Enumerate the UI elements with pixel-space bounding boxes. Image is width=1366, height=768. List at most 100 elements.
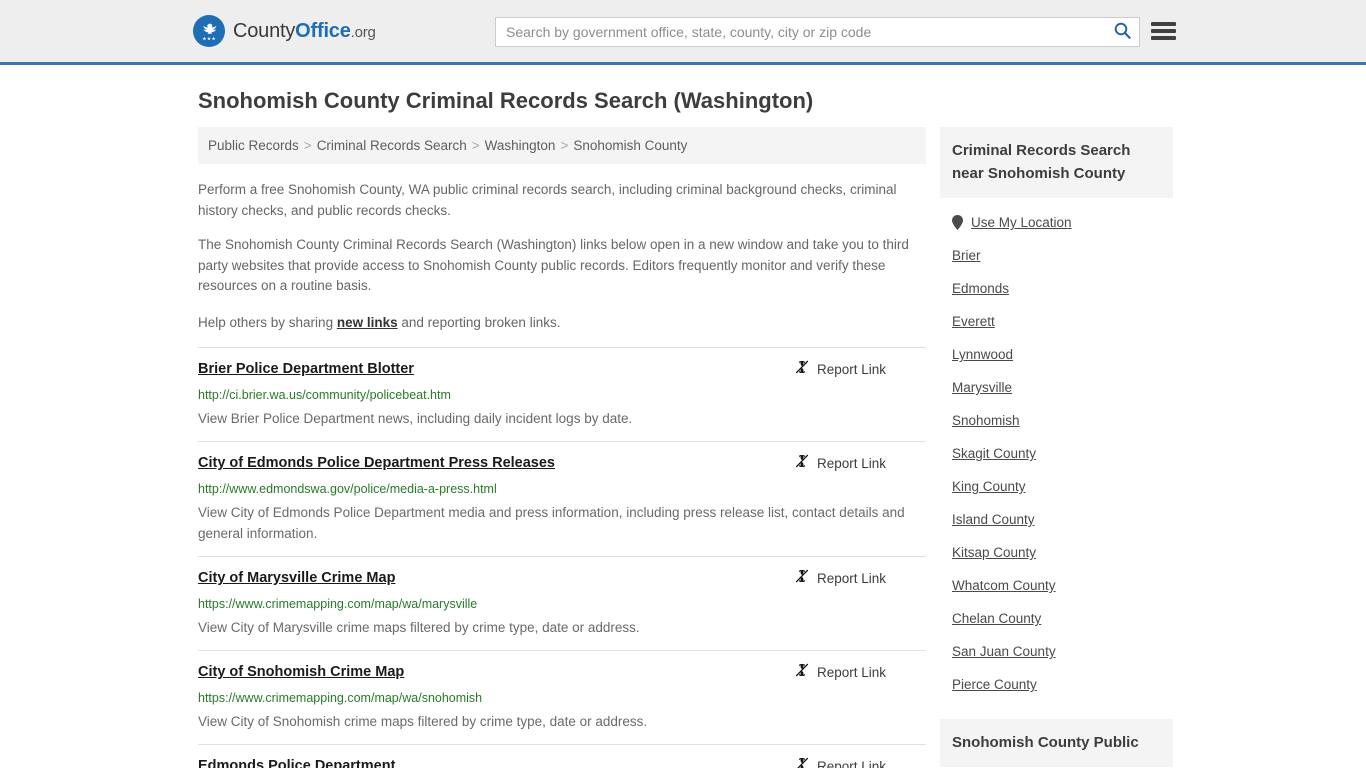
intro-p3-before: Help others by sharing: [198, 314, 337, 330]
breadcrumb-separator: >: [303, 138, 312, 153]
sidebar-link-label[interactable]: Skagit County: [952, 446, 1036, 461]
sidebar-link-label[interactable]: Everett: [952, 314, 995, 329]
search-input[interactable]: [496, 18, 1105, 46]
report-link-button[interactable]: Report Link: [794, 359, 886, 380]
result-item: City of Edmonds Police Department Press …: [198, 441, 926, 556]
sidebar-link-label[interactable]: San Juan County: [952, 644, 1056, 659]
result-url[interactable]: http://www.edmondswa.gov/police/media-a-…: [198, 481, 926, 497]
intro-paragraph-3: Help others by sharing new links and rep…: [198, 313, 926, 334]
sidebar-link-label[interactable]: Brier: [952, 248, 981, 263]
sidebar-item-island-county[interactable]: Island County: [952, 503, 1173, 536]
result-description: View Brier Police Department news, inclu…: [198, 411, 633, 426]
sidebar-item-lynnwood[interactable]: Lynnwood: [952, 338, 1173, 371]
report-link-button[interactable]: Report Link: [794, 756, 886, 768]
sidebar-item-kitsap-county[interactable]: Kitsap County: [952, 536, 1173, 569]
unlink-icon: [794, 568, 810, 589]
sidebar-item-edmonds[interactable]: Edmonds: [952, 272, 1173, 305]
hamburger-bar: [1151, 22, 1176, 26]
result-description: View City of Marysville crime maps filte…: [198, 620, 640, 635]
search-button[interactable]: [1105, 18, 1139, 46]
result-title-link[interactable]: City of Edmonds Police Department Press …: [198, 454, 555, 472]
sidebar-link-label[interactable]: Whatcom County: [952, 578, 1056, 593]
brand-wordmark: CountyOffice.org: [233, 20, 376, 43]
sidebar-link-label[interactable]: Marysville: [952, 380, 1012, 395]
sidebar-link-label[interactable]: Pierce County: [952, 677, 1037, 692]
sidebar-item-everett[interactable]: Everett: [952, 305, 1173, 338]
sidebar-item-marysville[interactable]: Marysville: [952, 371, 1173, 404]
sidebar-item-king-county[interactable]: King County: [952, 470, 1173, 503]
results-list: Brier Police Department Blotter Report L…: [198, 347, 926, 768]
result-url[interactable]: http://ci.brier.wa.us/community/policebe…: [198, 387, 926, 403]
unlink-icon: [794, 359, 810, 380]
intro-paragraph-1: Perform a free Snohomish County, WA publ…: [198, 182, 897, 218]
breadcrumb-item-washington[interactable]: Washington: [485, 138, 556, 153]
result-item: City of Snohomish Crime Map Report Link …: [198, 650, 926, 744]
result-header: Edmonds Police Department Report Link: [198, 757, 926, 768]
result-header: City of Marysville Crime Map Report Link: [198, 569, 926, 589]
page-body: Snohomish County Criminal Records Search…: [0, 88, 1366, 768]
report-link-button[interactable]: Report Link: [794, 453, 886, 474]
sidebar-item-skagit-county[interactable]: Skagit County: [952, 437, 1173, 470]
result-title-link[interactable]: City of Snohomish Crime Map: [198, 663, 404, 681]
sidebar-link-label[interactable]: Snohomish: [952, 413, 1020, 428]
search-bar: [495, 17, 1140, 47]
result-header: City of Snohomish Crime Map Report Link: [198, 663, 926, 683]
sidebar-link-label[interactable]: Kitsap County: [952, 545, 1036, 560]
sidebar-item-brier[interactable]: Brier: [952, 239, 1173, 272]
sidebar-item-use-my-location[interactable]: Use My Location: [952, 206, 1173, 239]
intro-p3-after: and reporting broken links.: [397, 314, 561, 330]
sidebar-link-label[interactable]: Island County: [952, 512, 1035, 527]
report-link-label: Report Link: [816, 362, 886, 377]
sidebar-item-san-juan-county[interactable]: San Juan County: [952, 635, 1173, 668]
breadcrumb-item-public-records[interactable]: Public Records: [208, 138, 299, 153]
report-link-button[interactable]: Report Link: [794, 662, 886, 683]
sidebar-box-title-secondary: Snohomish County Public: [940, 719, 1173, 767]
breadcrumb-item-snohomish-county[interactable]: Snohomish County: [573, 138, 687, 153]
unlink-icon: [794, 662, 810, 683]
sidebar-item-whatcom-county[interactable]: Whatcom County: [952, 569, 1173, 602]
main-column: Public Records > Criminal Records Search > W…: [193, 127, 926, 768]
sidebar-item-snohomish[interactable]: Snohomish: [952, 404, 1173, 437]
breadcrumb-item-criminal-records-search[interactable]: Criminal Records Search: [317, 138, 467, 153]
result-description: View City of Snohomish crime maps filter…: [198, 714, 648, 729]
breadcrumb: Public Records > Criminal Records Search > W…: [198, 127, 926, 164]
result-url[interactable]: https://www.crimemapping.com/map/wa/mary…: [198, 596, 926, 612]
hamburger-bar: [1151, 29, 1176, 33]
breadcrumb-separator: >: [471, 138, 480, 153]
result-item: Edmonds Police Department Report Link: [198, 744, 926, 768]
breadcrumb-separator: >: [560, 138, 569, 153]
hamburger-menu-icon[interactable]: [1151, 20, 1176, 42]
brand-text-county: County: [233, 19, 296, 42]
result-item: Brier Police Department Blotter Report L…: [198, 347, 926, 441]
sidebar-item-chelan-county[interactable]: Chelan County: [952, 602, 1173, 635]
sidebar-links-list: Use My Location Brier Edmonds Everett Ly…: [940, 198, 1173, 701]
unlink-icon: [794, 756, 810, 768]
site-logo-link[interactable]: CountyOffice.org: [193, 15, 376, 47]
report-link-button[interactable]: Report Link: [794, 568, 886, 589]
sidebar-link-label[interactable]: Chelan County: [952, 611, 1041, 626]
new-links-link[interactable]: new links: [337, 315, 398, 330]
unlink-icon: [794, 453, 810, 474]
content-container: Snohomish County Criminal Records Search…: [193, 88, 1173, 768]
page-title: Snohomish County Criminal Records Search…: [198, 88, 814, 113]
sidebar: Criminal Records Search near Snohomish C…: [940, 127, 1173, 767]
sidebar-link-label[interactable]: Edmonds: [952, 281, 1009, 296]
sidebar-link-label[interactable]: King County: [952, 479, 1026, 494]
brand-text-org: .org: [350, 23, 376, 41]
result-item: City of Marysville Crime Map Report Link…: [198, 556, 926, 650]
sidebar-item-pierce-county[interactable]: Pierce County: [952, 668, 1173, 701]
result-header: City of Edmonds Police Department Press …: [198, 454, 926, 474]
report-link-label: Report Link: [816, 571, 886, 586]
sidebar-link-label[interactable]: Lynnwood: [952, 347, 1013, 362]
result-title-link[interactable]: City of Marysville Crime Map: [198, 569, 395, 587]
result-title-link[interactable]: Edmonds Police Department: [198, 757, 395, 768]
intro-section: Perform a free Snohomish County, WA publ…: [198, 180, 926, 333]
location-pin-icon: [952, 215, 963, 230]
use-my-location-link[interactable]: Use My Location: [971, 215, 1072, 230]
result-url[interactable]: https://www.crimemapping.com/map/wa/snoh…: [198, 690, 926, 706]
hamburger-bar: [1151, 36, 1176, 40]
brand-text-office: Office: [295, 19, 351, 42]
result-title-link[interactable]: Brier Police Department Blotter: [198, 360, 414, 378]
report-link-label: Report Link: [816, 665, 886, 680]
result-description: View City of Edmonds Police Department m…: [198, 505, 905, 541]
